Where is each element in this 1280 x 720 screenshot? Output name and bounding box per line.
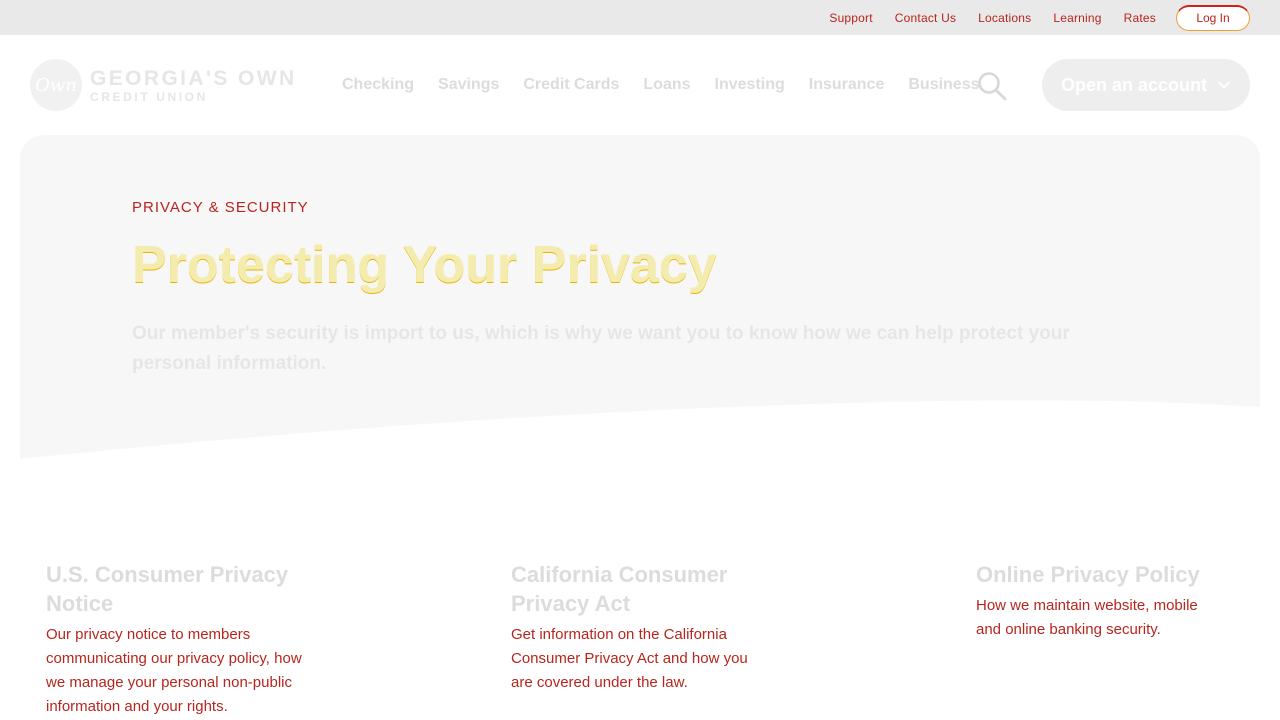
site-header: Own GEORGIA'S OWN CREDIT UNION Checking … bbox=[0, 35, 1280, 135]
chevron-down-icon bbox=[1218, 81, 1231, 89]
open-account-label: Open an account bbox=[1060, 74, 1208, 95]
utility-link-support[interactable]: Support bbox=[829, 11, 872, 25]
nav-item-business[interactable]: Business bbox=[908, 76, 979, 94]
card-description: Get information on the California Consum… bbox=[511, 626, 748, 691]
utility-links: Support Contact Us Locations Learning Ra… bbox=[807, 4, 1250, 31]
nav-item-insurance[interactable]: Insurance bbox=[809, 76, 885, 94]
open-account-button[interactable]: Open an account bbox=[1042, 59, 1250, 111]
hero-description: Our member's security is import to us, w… bbox=[132, 323, 1070, 374]
nav-item-investing[interactable]: Investing bbox=[715, 76, 785, 94]
card-title[interactable]: California Consumer Privacy Act bbox=[511, 560, 761, 618]
login-button[interactable]: Log In bbox=[1176, 4, 1250, 31]
nav-item-credit-cards[interactable]: Credit Cards bbox=[523, 76, 619, 94]
logo[interactable]: Own GEORGIA'S OWN CREDIT UNION bbox=[30, 59, 297, 111]
card-description: Our privacy notice to members communicat… bbox=[46, 626, 302, 715]
utility-link-rates[interactable]: Rates bbox=[1124, 11, 1156, 25]
search-icon bbox=[978, 72, 1007, 101]
utility-bar: Support Contact Us Locations Learning Ra… bbox=[0, 0, 1280, 35]
nav-item-savings[interactable]: Savings bbox=[438, 76, 499, 94]
main-nav: Checking Savings Credit Cards Loans Inve… bbox=[330, 73, 992, 97]
logo-text: GEORGIA'S OWN CREDIT UNION bbox=[90, 68, 297, 103]
card-description: How we maintain website, mobile and onli… bbox=[976, 597, 1198, 638]
hero-section: PRIVACY & SECURITY Protecting Your Priva… bbox=[20, 135, 1260, 465]
utility-link-learning[interactable]: Learning bbox=[1053, 11, 1101, 25]
nav-item-loans[interactable]: Loans bbox=[643, 76, 690, 94]
card-us-consumer-privacy: U.S. Consumer Privacy Notice Our privacy… bbox=[46, 560, 336, 719]
search-button[interactable] bbox=[976, 71, 1008, 101]
logo-name: GEORGIA'S OWN bbox=[90, 66, 297, 90]
logo-mark: Own bbox=[30, 59, 82, 111]
nav-item-checking[interactable]: Checking bbox=[342, 76, 414, 94]
card-title[interactable]: Online Privacy Policy bbox=[976, 560, 1266, 589]
hero-background bbox=[20, 135, 1260, 459]
logo-subtitle: CREDIT UNION bbox=[90, 89, 208, 104]
card-california-privacy-act: California Consumer Privacy Act Get info… bbox=[511, 560, 801, 695]
card-online-privacy-policy: Online Privacy Policy How we maintain we… bbox=[976, 560, 1266, 642]
hero-eyebrow: PRIVACY & SECURITY bbox=[132, 199, 309, 216]
card-title[interactable]: U.S. Consumer Privacy Notice bbox=[46, 560, 336, 618]
page-title: Protecting Your Privacy bbox=[132, 236, 717, 294]
utility-link-locations[interactable]: Locations bbox=[978, 11, 1031, 25]
utility-link-contact-us[interactable]: Contact Us bbox=[895, 11, 956, 25]
